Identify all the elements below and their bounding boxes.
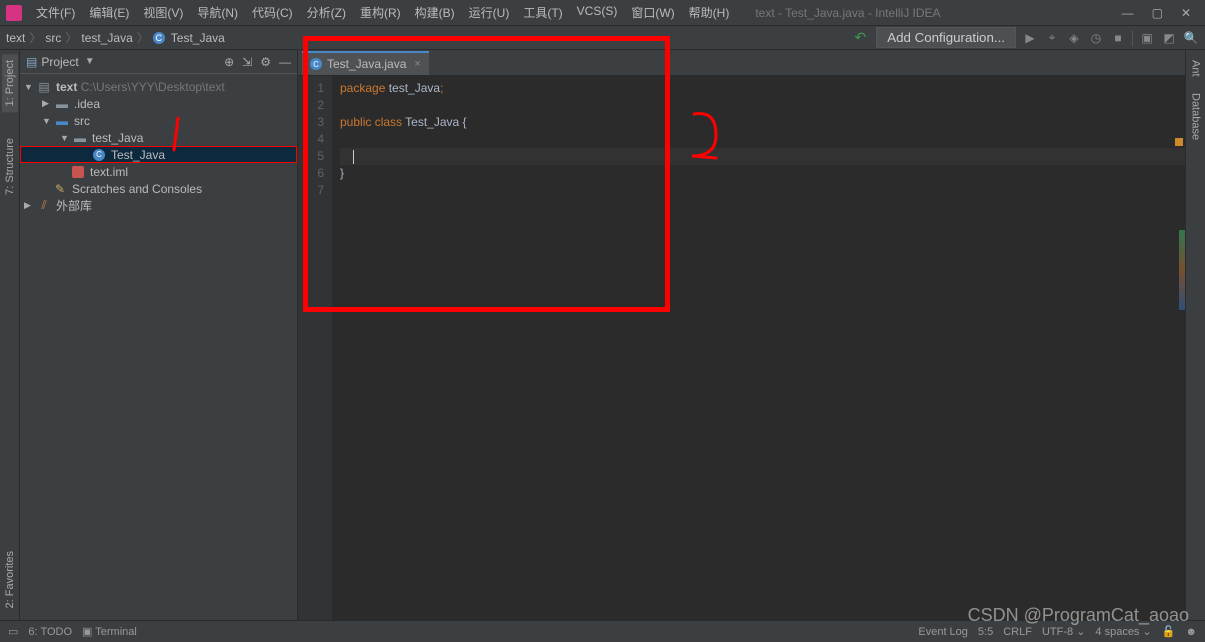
title-bar: 文件(F) 编辑(E) 视图(V) 导航(N) 代码(C) 分析(Z) 重构(R… [0,0,1205,26]
menu-navigate[interactable]: 导航(N) [191,2,244,23]
stop-icon[interactable]: ■ [1110,30,1126,46]
breadcrumb-item[interactable]: text [6,31,25,45]
tool-tab-terminal[interactable]: ▣ Terminal [82,625,137,638]
menu-code[interactable]: 代码(C) [246,2,299,23]
folder-icon: ▬ [54,97,70,111]
code-content[interactable]: package test_Java; public class Test_Jav… [332,76,1185,620]
breadcrumb-item[interactable]: Test_Java [171,31,225,45]
tool-tab-project[interactable]: 1: Project [2,54,18,112]
line-number-gutter: 1234567 [298,76,332,620]
project-panel-title[interactable]: Project [41,55,78,69]
menu-view[interactable]: 视图(V) [137,2,189,23]
status-encoding[interactable]: UTF-8 ⌄ [1042,625,1085,638]
breadcrumb: text〉 src〉 test_Java〉 C Test_Java [6,29,225,46]
editor-tabs: C Test_Java.java × [298,50,1185,76]
status-position[interactable]: 5:5 [978,626,993,638]
app-logo-icon [6,5,22,21]
status-message-icon[interactable]: ▭ [8,625,18,638]
menu-help[interactable]: 帮助(H) [683,2,736,23]
main-menu: 文件(F) 编辑(E) 视图(V) 导航(N) 代码(C) 分析(Z) 重构(R… [30,2,735,23]
profile-icon[interactable]: ◷ [1088,30,1104,46]
left-tool-gutter: 1: Project 7: Structure 2: Favorites [0,50,20,620]
iml-file-icon [72,166,84,178]
tool-tab-database[interactable]: Database [1188,87,1204,146]
menu-refactor[interactable]: 重构(R) [354,2,407,23]
back-arrow-icon[interactable]: ↶ [854,29,866,46]
hide-icon[interactable]: — [279,55,291,69]
text-cursor [353,150,354,164]
gear-icon[interactable]: ⚙ [260,55,271,69]
scratches-icon: ✎ [52,182,68,196]
settings-icon[interactable]: ◩ [1161,30,1177,46]
tree-external-libs[interactable]: ▶⫽ 外部库 [20,197,297,214]
project-tree[interactable]: ▼▤ text C:\Users\YYY\Desktop\text ▶▬ .id… [20,74,297,620]
chevron-down-icon[interactable]: ▼ [85,56,95,67]
menu-vcs[interactable]: VCS(S) [571,2,624,23]
menu-window[interactable]: 窗口(W) [625,2,680,23]
project-panel-header: ▤ Project ▼ ⊕ ⇲ ⚙ — [20,50,297,74]
tool-tab-structure[interactable]: 7: Structure [2,132,18,201]
tool-tab-favorites[interactable]: 2: Favorites [2,545,18,614]
status-inspections-icon[interactable]: ☻ [1185,626,1197,638]
add-configuration-button[interactable]: Add Configuration... [876,27,1016,48]
window-title: text - Test_Java.java - IntelliJ IDEA [755,6,940,20]
class-icon: C [153,32,165,44]
folder-icon: ▤ [26,55,37,69]
status-eventlog[interactable]: Event Log [918,626,968,638]
menu-analyze[interactable]: 分析(Z) [301,2,352,23]
run-icon[interactable]: ▶ [1022,30,1038,46]
search-icon[interactable]: 🔍 [1183,30,1199,46]
editor-tab-test-java[interactable]: C Test_Java.java × [302,51,429,75]
tab-close-icon[interactable]: × [414,58,420,70]
coverage-icon[interactable]: ◈ [1066,30,1082,46]
locate-icon[interactable]: ⊕ [224,55,234,69]
tree-scratches[interactable]: ✎ Scratches and Consoles [20,180,297,197]
tool-tab-ant[interactable]: Ant [1188,54,1204,83]
error-stripe[interactable] [1179,230,1185,310]
menu-file[interactable]: 文件(F) [30,2,81,23]
tool-tab-todo[interactable]: 6: TODO [28,626,72,638]
project-structure-icon[interactable]: ▣ [1139,30,1155,46]
class-icon: C [310,58,322,70]
tree-idea[interactable]: ▶▬ .idea [20,95,297,112]
collapse-icon[interactable]: ⇲ [242,55,252,69]
code-editor[interactable]: 1234567 package test_Java; public class … [298,76,1185,620]
tree-class-test-java[interactable]: C Test_Java [20,146,297,163]
status-indent[interactable]: 4 spaces ⌄ [1095,625,1151,638]
breadcrumb-item[interactable]: src [45,31,61,45]
minimize-icon[interactable]: — [1122,6,1134,20]
status-readonly-icon[interactable]: 🔓 [1162,625,1176,638]
source-folder-icon: ▬ [54,114,70,128]
menu-edit[interactable]: 编辑(E) [83,2,135,23]
project-folder-icon: ▤ [36,80,52,94]
close-icon[interactable]: ✕ [1181,6,1191,20]
external-libs-icon: ⫽ [36,198,52,213]
tree-src[interactable]: ▼▬ src [20,112,297,129]
warning-stripe-icon[interactable] [1175,138,1183,146]
package-icon: ▬ [72,131,88,145]
debug-icon[interactable]: ⌖ [1044,30,1060,46]
menu-tools[interactable]: 工具(T) [517,2,568,23]
status-bar: ▭ 6: TODO ▣ Terminal Event Log 5:5 CRLF … [0,620,1205,642]
tree-root[interactable]: ▼▤ text C:\Users\YYY\Desktop\text [20,78,297,95]
tree-package[interactable]: ▼▬ test_Java [20,129,297,146]
menu-build[interactable]: 构建(B) [409,2,461,23]
breadcrumb-item[interactable]: test_Java [81,31,132,45]
tree-iml[interactable]: text.iml [20,163,297,180]
project-panel: ▤ Project ▼ ⊕ ⇲ ⚙ — ▼▤ text C:\Users\YYY… [20,50,298,620]
status-line-sep[interactable]: CRLF [1003,626,1032,638]
class-icon: C [93,149,105,161]
menu-run[interactable]: 运行(U) [463,2,516,23]
editor-area: C Test_Java.java × 1234567 package test_… [298,50,1185,620]
maximize-icon[interactable]: ▢ [1152,6,1163,20]
editor-tab-label: Test_Java.java [327,57,406,71]
right-tool-gutter: Ant Database [1185,50,1205,620]
navigation-bar: text〉 src〉 test_Java〉 C Test_Java ↶ Add … [0,26,1205,50]
